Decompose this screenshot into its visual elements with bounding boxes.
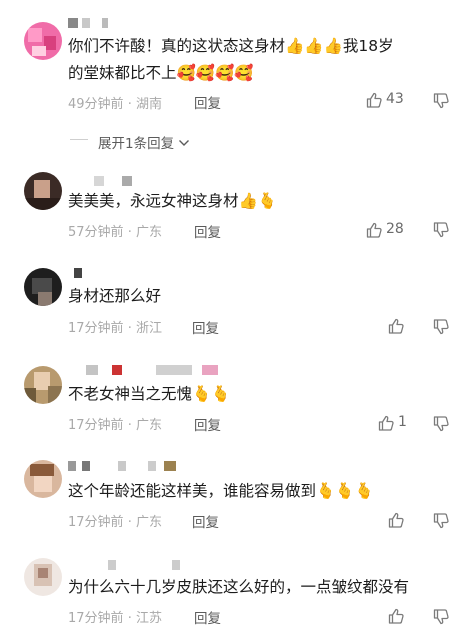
- chevron-down-icon: [179, 140, 190, 146]
- thumb-down-icon[interactable]: [433, 93, 449, 109]
- comment-meta: 49分钟前 · 湖南: [68, 93, 162, 112]
- expand-replies-label: 展开1条回复: [98, 136, 175, 152]
- comment-location: 江苏: [135, 611, 162, 626]
- meta-separator: ·: [127, 515, 132, 530]
- comment-text-line-2: 的堂妹都比不上🥰🥰🥰🥰: [68, 64, 254, 82]
- avatar[interactable]: [24, 268, 62, 306]
- like-count: 28: [386, 221, 404, 237]
- thumb-up-icon[interactable]: [366, 92, 382, 108]
- thumb-up-icon[interactable]: [388, 608, 404, 624]
- expand-divider: [70, 139, 88, 140]
- comment-location: 湖南: [135, 97, 162, 112]
- comment-text: 你们不许酸！真的这状态这身材👍👍👍我18岁: [68, 35, 394, 58]
- comment-text: 为什么六十几岁皮肤还这么好的，一点皱纹都没有: [68, 578, 410, 596]
- comment-meta: 57分钟前 · 广东: [68, 221, 162, 240]
- comment-text: 这个年龄还能这样美，谁能容易做到🫰🫰🫰: [68, 482, 374, 500]
- thumb-up-icon[interactable]: [388, 318, 404, 334]
- like-count: 1: [398, 414, 407, 430]
- comment-location: 广东: [135, 515, 162, 530]
- comment-time: 49分钟前: [68, 97, 124, 112]
- comment-location: 广东: [135, 418, 162, 433]
- avatar[interactable]: [24, 558, 62, 596]
- avatar[interactable]: [24, 366, 62, 404]
- like-count: 43: [386, 91, 404, 107]
- thumb-down-icon[interactable]: [433, 513, 449, 529]
- comment-time: 17分钟前: [68, 611, 124, 626]
- reply-button[interactable]: 回复: [192, 511, 219, 531]
- meta-separator: ·: [127, 321, 132, 336]
- comment-meta: 17分钟前 · 广东: [68, 511, 162, 530]
- meta-separator: ·: [127, 418, 132, 433]
- comment-time: 57分钟前: [68, 225, 124, 240]
- comment-text: 美美美，永远女神这身材👍🫰: [68, 192, 278, 210]
- comment-text-line-1: 你们不许酸！真的这状态这身材👍👍👍我18岁: [68, 37, 394, 55]
- comment-text: 身材还那么好: [68, 287, 162, 305]
- thumb-down-icon[interactable]: [433, 416, 449, 432]
- comment-text: 不老女神当之无愧🫰🫰: [68, 385, 231, 403]
- comment-location: 浙江: [135, 321, 162, 336]
- comment-time: 17分钟前: [68, 515, 124, 530]
- comment-location: 广东: [135, 225, 162, 240]
- comment-time: 17分钟前: [68, 418, 124, 433]
- thumb-up-icon[interactable]: [388, 512, 404, 528]
- comment-meta: 17分钟前 · 江苏: [68, 607, 162, 626]
- comment-meta: 17分钟前 · 浙江: [68, 317, 162, 336]
- reply-button[interactable]: 回复: [194, 221, 221, 241]
- meta-separator: ·: [127, 225, 132, 240]
- avatar[interactable]: [24, 22, 62, 60]
- thumb-down-icon[interactable]: [433, 222, 449, 238]
- thumb-up-icon[interactable]: [378, 415, 394, 431]
- meta-separator: ·: [127, 611, 132, 626]
- reply-button[interactable]: 回复: [192, 317, 219, 337]
- reply-button[interactable]: 回复: [194, 414, 221, 434]
- reply-button[interactable]: 回复: [194, 92, 221, 112]
- reply-button[interactable]: 回复: [194, 607, 221, 627]
- comment-meta: 17分钟前 · 广东: [68, 414, 162, 433]
- thumb-up-icon[interactable]: [366, 222, 382, 238]
- thumb-down-icon[interactable]: [433, 319, 449, 335]
- expand-replies-button[interactable]: 展开1条回复: [98, 132, 190, 152]
- meta-separator: ·: [127, 97, 132, 112]
- avatar[interactable]: [24, 172, 62, 210]
- thumb-down-icon[interactable]: [433, 609, 449, 625]
- avatar[interactable]: [24, 460, 62, 498]
- comment-time: 17分钟前: [68, 321, 124, 336]
